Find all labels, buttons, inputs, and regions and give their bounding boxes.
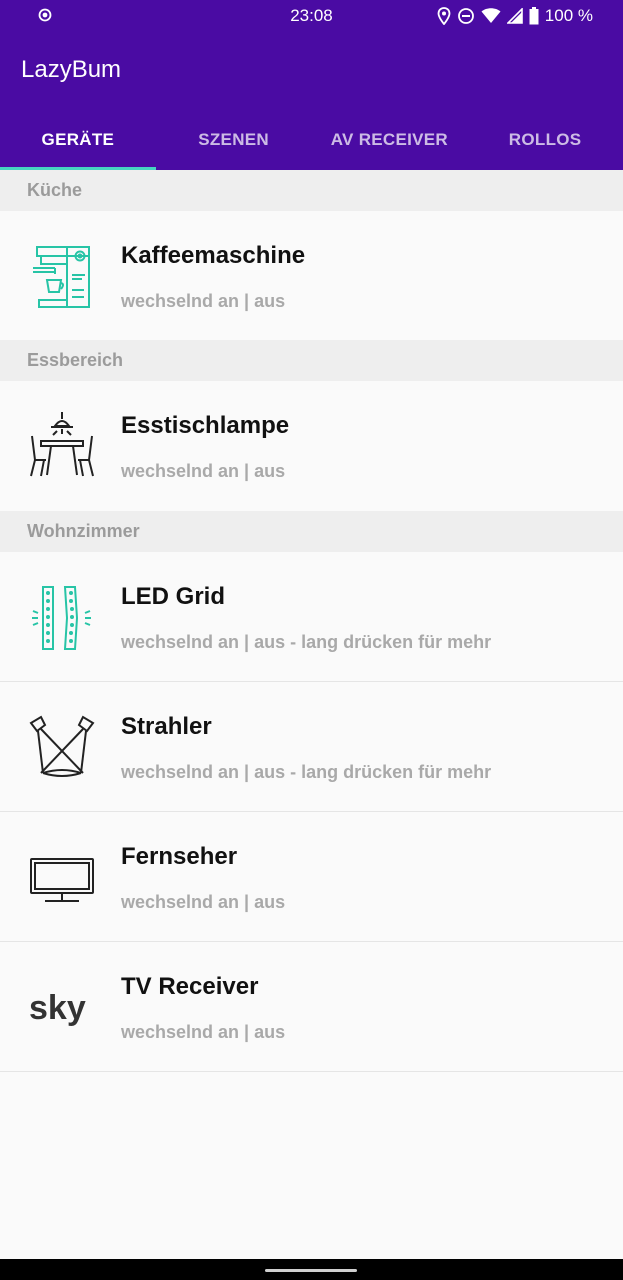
- coffee-machine-icon: [33, 246, 90, 308]
- svg-text:sky: sky: [29, 989, 86, 1027]
- tab-szenen[interactable]: SZENEN: [156, 114, 312, 170]
- device-subtitle: wechselnd an | aus: [121, 291, 286, 311]
- device-subtitle: wechselnd an | aus: [121, 1022, 286, 1042]
- tab-av-receiver[interactable]: AV RECEIVER: [312, 114, 468, 170]
- battery-percent: 100 %: [544, 6, 593, 25]
- home-handle[interactable]: [265, 1269, 357, 1272]
- device-name: TV Receiver: [121, 973, 259, 1000]
- tab-geraete[interactable]: GERÄTE: [0, 114, 156, 170]
- do-not-disturb-icon: [457, 8, 474, 24]
- sky-logo-icon: sky: [29, 989, 86, 1027]
- device-subtitle: wechselnd an | aus: [121, 892, 286, 912]
- device-name: Esstischlampe: [121, 412, 290, 439]
- wifi-icon: [481, 8, 501, 23]
- section-header-essbereich: Essbereich: [0, 340, 623, 381]
- tab-rollos[interactable]: ROLLOS: [467, 114, 623, 170]
- device-subtitle: wechselnd an | aus: [121, 461, 286, 481]
- device-name: Kaffeemaschine: [121, 242, 306, 269]
- led-grid-icon: [32, 586, 91, 650]
- device-name: Strahler: [121, 713, 212, 740]
- section-header-kueche: Küche: [0, 170, 623, 211]
- dining-lamp-icon: [30, 412, 94, 477]
- device-row-kaffeemaschine[interactable]: Kaffeemaschine wechselnd an | aus: [0, 211, 623, 340]
- tab-bar: GERÄTE SZENEN AV RECEIVER ROLLOS: [0, 114, 623, 170]
- spotlight-icon: [29, 715, 95, 777]
- cell-signal-icon: [506, 8, 523, 24]
- device-row-esstischlampe[interactable]: Esstischlampe wechselnd an | aus: [0, 381, 623, 510]
- device-row-fernseher[interactable]: Fernseher wechselnd an | aus: [0, 812, 623, 941]
- device-row-led-grid[interactable]: LED Grid wechselnd an | aus - lang drück…: [0, 552, 623, 681]
- location-icon: [437, 7, 451, 25]
- section-header-wohnzimmer: Wohnzimmer: [0, 511, 623, 552]
- battery-icon: [529, 7, 539, 25]
- device-name: LED Grid: [121, 583, 226, 610]
- navigation-bar: [0, 1259, 623, 1280]
- status-icons: 100 %: [437, 6, 593, 26]
- device-row-strahler[interactable]: Strahler wechselnd an | aus - lang drück…: [0, 682, 623, 811]
- app-title: LazyBum: [21, 56, 122, 83]
- device-subtitle: wechselnd an | aus - lang drücken für me…: [121, 762, 492, 782]
- tv-icon: [30, 858, 94, 902]
- device-subtitle: wechselnd an | aus - lang drücken für me…: [121, 632, 492, 652]
- app-bar: LazyBum GERÄTE SZENEN AV RECEIVER ROLLOS: [0, 32, 623, 170]
- device-name: Fernseher: [121, 843, 238, 870]
- device-row-tv-receiver[interactable]: sky TV Receiver wechselnd an | aus: [0, 942, 623, 1071]
- row-divider: [0, 1071, 623, 1072]
- status-bar: 23:08 100 %: [0, 0, 623, 32]
